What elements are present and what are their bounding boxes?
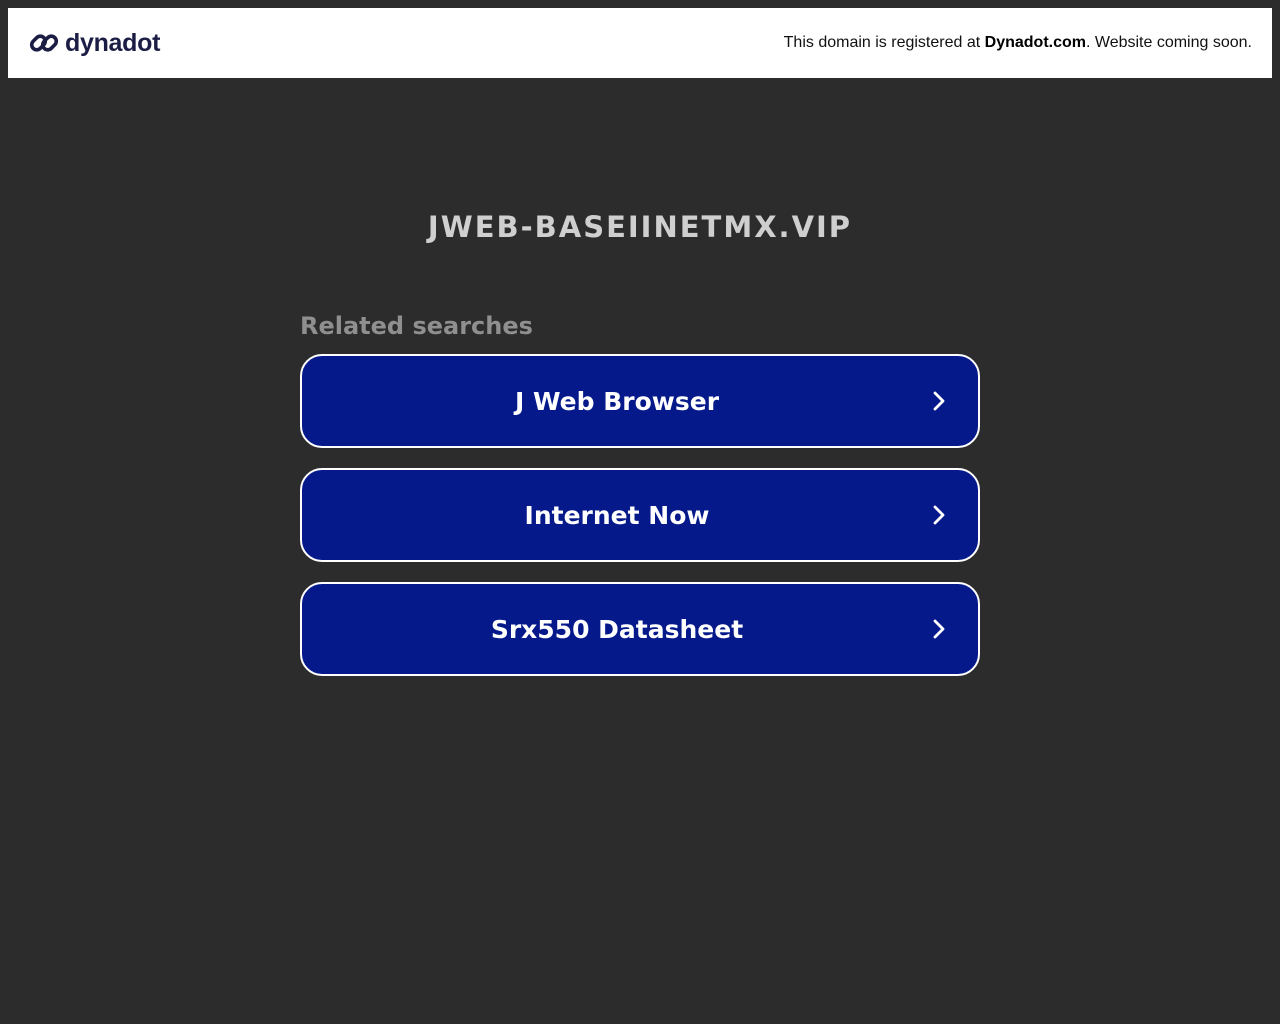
notice-suffix: . Website coming soon. <box>1085 34 1252 51</box>
chevron-right-icon <box>933 619 945 639</box>
registrar-link[interactable]: Dynadot.com <box>985 34 1086 51</box>
related-searches-list: J Web Browser Internet Now Srx550 Datash… <box>300 354 980 676</box>
related-searches-heading: Related searches <box>300 312 533 340</box>
brand-name: dynadot <box>65 28 161 57</box>
related-search-label: Srx550 Datasheet <box>490 614 744 644</box>
related-search-label: J Web Browser <box>514 386 720 416</box>
related-search-button[interactable]: J Web Browser <box>300 354 980 448</box>
related-search-label: Internet Now <box>524 500 710 530</box>
notice-prefix: This domain is registered at <box>783 34 985 51</box>
related-search-button[interactable]: Internet Now <box>300 468 980 562</box>
registration-notice: This domain is registered at Dynadot.com… <box>784 34 1252 52</box>
related-searches: Related searches J Web Browser Internet … <box>300 310 980 696</box>
parked-domain-page: dynadot This domain is registered at Dyn… <box>0 0 1280 1024</box>
dynadot-logo-link[interactable]: dynadot <box>28 27 160 59</box>
list-item: Internet Now <box>300 468 980 562</box>
domain-title: JWEB-BASEIINETMX.VIP <box>427 210 853 244</box>
dynadot-logo-icon <box>28 27 60 59</box>
list-item: J Web Browser <box>300 354 980 448</box>
related-search-button[interactable]: Srx550 Datasheet <box>300 582 980 676</box>
chevron-right-icon <box>933 391 945 411</box>
top-bar: dynadot This domain is registered at Dyn… <box>8 8 1272 78</box>
chevron-right-icon <box>933 505 945 525</box>
list-item: Srx550 Datasheet <box>300 582 980 676</box>
